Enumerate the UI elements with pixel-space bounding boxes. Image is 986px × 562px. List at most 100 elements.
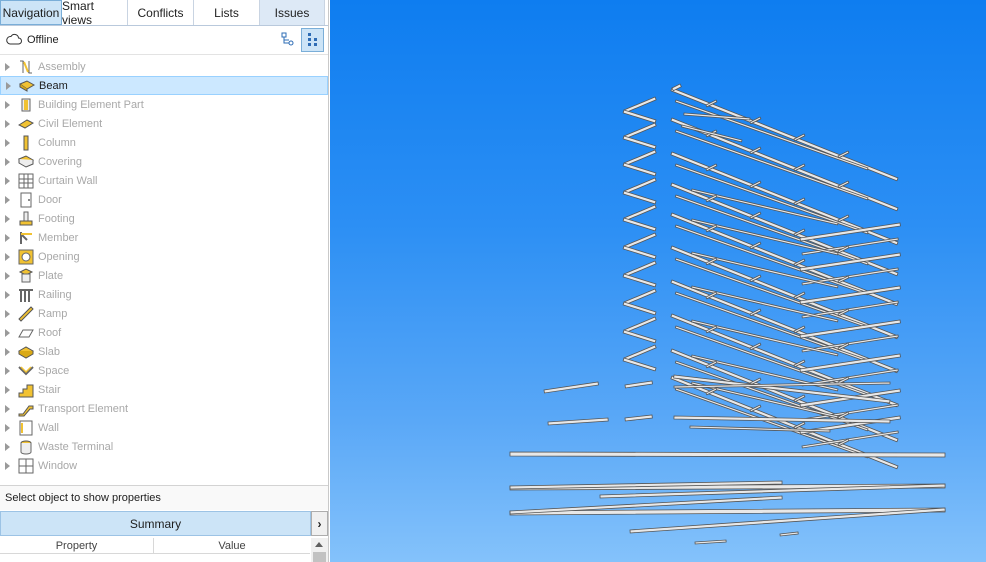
beam-element-106[interactable] — [624, 380, 653, 389]
tree-item-door[interactable]: Door — [0, 190, 328, 209]
tree-item-curtain-wall[interactable]: Curtain Wall — [0, 171, 328, 190]
expand-arrow-icon[interactable] — [6, 81, 11, 90]
beam-element-5[interactable] — [622, 162, 657, 177]
tab-issues[interactable]: Issues — [260, 0, 325, 25]
beam-element-4[interactable] — [623, 149, 657, 167]
beam-element-6[interactable] — [623, 177, 657, 195]
tree-item-footing[interactable]: Footing — [0, 209, 328, 228]
summary-section-header[interactable]: Summary — [0, 511, 311, 536]
tree-item-slab[interactable]: Slab — [0, 342, 328, 361]
expand-arrow-icon[interactable] — [5, 328, 10, 337]
tree-item-column[interactable]: Column — [0, 133, 328, 152]
expand-arrow-icon[interactable] — [5, 290, 10, 299]
tree-item-member[interactable]: Member — [0, 228, 328, 247]
expand-arrow-icon[interactable] — [5, 271, 10, 280]
tree-item-label: Slab — [38, 345, 61, 358]
scroll-thumb[interactable] — [313, 552, 326, 562]
beam-element-111[interactable] — [689, 425, 831, 433]
beam-element-12[interactable] — [623, 260, 657, 278]
tree-item-transport-element[interactable]: Transport Element — [0, 399, 328, 418]
expand-arrow-icon[interactable] — [5, 138, 10, 147]
beam-element-17[interactable] — [622, 329, 657, 344]
expand-arrow-icon[interactable] — [5, 309, 10, 318]
beam-element-105[interactable] — [547, 417, 609, 426]
beam-element-68[interactable] — [799, 319, 901, 339]
tab-conflicts[interactable]: Conflicts — [128, 0, 194, 25]
beam-element-119[interactable] — [694, 539, 727, 545]
beam-element-9[interactable] — [622, 217, 657, 232]
expand-arrow-icon[interactable] — [5, 100, 10, 109]
beam-element-77[interactable] — [799, 353, 901, 373]
expand-arrow-icon[interactable] — [5, 157, 10, 166]
beam-element-112[interactable] — [509, 451, 946, 458]
hierarchy-view-button[interactable] — [276, 28, 299, 52]
building-element-part-icon — [18, 97, 34, 113]
beam-element-120[interactable] — [779, 531, 799, 537]
cloud-icon — [6, 33, 22, 48]
expand-arrow-icon[interactable] — [5, 404, 10, 413]
tree-item-label: Ramp — [38, 307, 68, 320]
beam-element-19[interactable] — [622, 357, 657, 372]
property-column-header[interactable]: Property — [0, 538, 154, 553]
expand-arrow-icon[interactable] — [5, 119, 10, 128]
scroll-up-icon[interactable] — [315, 542, 323, 547]
tree-item-wall[interactable]: Wall — [0, 418, 328, 437]
door-icon — [18, 192, 34, 208]
beam-element-16[interactable] — [623, 316, 657, 334]
expand-arrow-icon[interactable] — [5, 385, 10, 394]
beam-element-0[interactable] — [623, 96, 657, 114]
tree-item-window[interactable]: Window — [0, 456, 328, 475]
value-column-header[interactable]: Value — [154, 538, 310, 553]
covering-icon — [17, 154, 35, 170]
beam-element-15[interactable] — [622, 301, 657, 316]
tree-item-civil-element[interactable]: Civil Element — [0, 114, 328, 133]
beam-element-14[interactable] — [623, 288, 657, 306]
expand-arrow-icon[interactable] — [5, 347, 10, 356]
tab-lists[interactable]: Lists — [194, 0, 260, 25]
properties-scrollbar[interactable] — [311, 538, 328, 562]
beam-element-104[interactable] — [543, 381, 599, 394]
tree-item-building-element-part[interactable]: Building Element Part — [0, 95, 328, 114]
expand-arrow-icon[interactable] — [5, 176, 10, 185]
plate-icon — [18, 267, 34, 284]
beam-element-18[interactable] — [623, 344, 657, 362]
tree-item-opening[interactable]: Opening — [0, 247, 328, 266]
tree-item-beam[interactable]: Beam — [0, 76, 328, 95]
expand-arrow-icon[interactable] — [5, 233, 10, 242]
beam-element-103[interactable] — [681, 124, 743, 143]
tab-smart-views[interactable]: Smart views — [62, 0, 128, 27]
tree-item-assembly[interactable]: Assembly — [0, 57, 328, 76]
tree-item-ramp[interactable]: Ramp — [0, 304, 328, 323]
expand-arrow-icon[interactable] — [5, 62, 10, 71]
3d-model-viewport[interactable] — [330, 0, 986, 562]
grid-view-button[interactable] — [301, 28, 324, 52]
beam-element-13[interactable] — [622, 273, 657, 288]
beam-element-11[interactable] — [622, 245, 657, 260]
element-type-tree: Assembly Beam Building Element Part Civil E… — [0, 57, 328, 475]
expand-arrow-icon[interactable] — [5, 252, 10, 261]
beam-element-2[interactable] — [623, 122, 657, 140]
tree-item-plate[interactable]: Plate — [0, 266, 328, 285]
tree-item-stair[interactable]: Stair — [0, 380, 328, 399]
expand-arrow-icon[interactable] — [5, 442, 10, 451]
tree-item-space[interactable]: Space — [0, 361, 328, 380]
beam-element-10[interactable] — [623, 232, 657, 250]
beam-model-view[interactable] — [330, 0, 986, 562]
beam-element-107[interactable] — [624, 414, 653, 422]
beam-element-8[interactable] — [623, 204, 657, 222]
tree-item-covering[interactable]: Covering — [0, 152, 328, 171]
expand-arrow-icon[interactable] — [5, 423, 10, 432]
tab-navigation[interactable]: Navigation — [0, 0, 62, 25]
beam-element-1[interactable] — [622, 109, 657, 124]
summary-next-button[interactable]: › — [311, 511, 328, 536]
tree-item-label: Wall — [38, 421, 59, 434]
beam-element-7[interactable] — [622, 190, 657, 205]
expand-arrow-icon[interactable] — [5, 366, 10, 375]
beam-element-3[interactable] — [622, 135, 657, 150]
expand-arrow-icon[interactable] — [5, 214, 10, 223]
tree-item-roof[interactable]: Roof — [0, 323, 328, 342]
expand-arrow-icon[interactable] — [5, 195, 10, 204]
tree-item-railing[interactable]: Railing — [0, 285, 328, 304]
tree-item-waste-terminal[interactable]: Waste Terminal — [0, 437, 328, 456]
expand-arrow-icon[interactable] — [5, 461, 10, 470]
